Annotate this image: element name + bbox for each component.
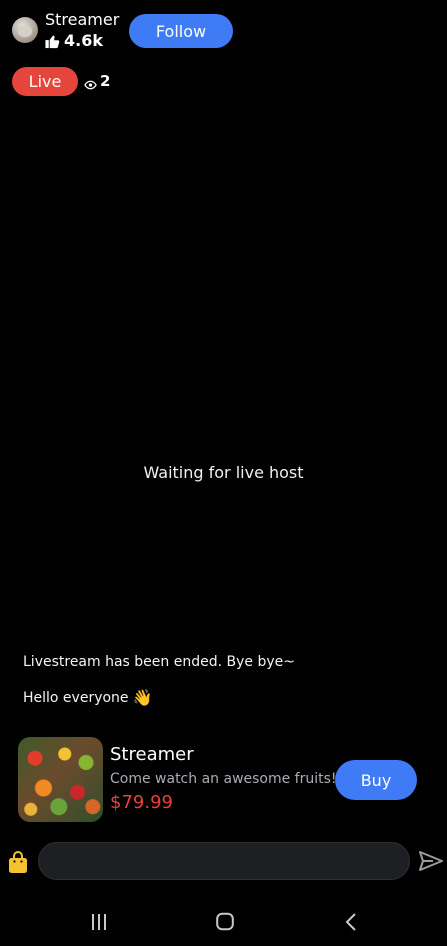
likes-value: 4.6k — [64, 31, 103, 50]
product-title: Streamer — [110, 744, 194, 765]
send-icon[interactable] — [418, 850, 444, 872]
chat-input[interactable] — [38, 842, 410, 880]
streamer-name: Streamer — [45, 10, 120, 29]
nav-home-icon[interactable] — [216, 912, 234, 931]
likes-count: 4.6k — [45, 31, 103, 51]
chat-message-text: Livestream has been ended. Bye bye~ — [23, 654, 295, 670]
follow-button[interactable]: Follow — [129, 14, 233, 48]
nav-back-icon[interactable] — [344, 912, 358, 932]
chat-message: Hello everyone 👋 — [23, 689, 152, 707]
viewer-count-value: 2 — [100, 72, 111, 90]
thumbs-up-icon — [45, 34, 60, 49]
product-description: Come watch an awesome fruits! — [110, 771, 337, 787]
eye-icon — [84, 76, 97, 90]
viewer-count: 2 — [84, 71, 110, 91]
buy-button[interactable]: Buy — [335, 760, 417, 800]
streamer-avatar[interactable] — [12, 17, 38, 43]
product-image[interactable] — [18, 737, 103, 822]
product-price: $79.99 — [110, 792, 173, 813]
chat-message-text: Hello everyone — [23, 690, 129, 706]
chat-message: Livestream has been ended. Bye bye~ — [23, 654, 295, 670]
nav-recent-icon[interactable] — [90, 913, 108, 931]
shopping-bag-icon[interactable] — [8, 850, 28, 874]
waving-hand-emoji: 👋 — [132, 688, 153, 707]
waiting-message: Waiting for live host — [143, 463, 304, 482]
live-badge: Live — [12, 67, 78, 96]
